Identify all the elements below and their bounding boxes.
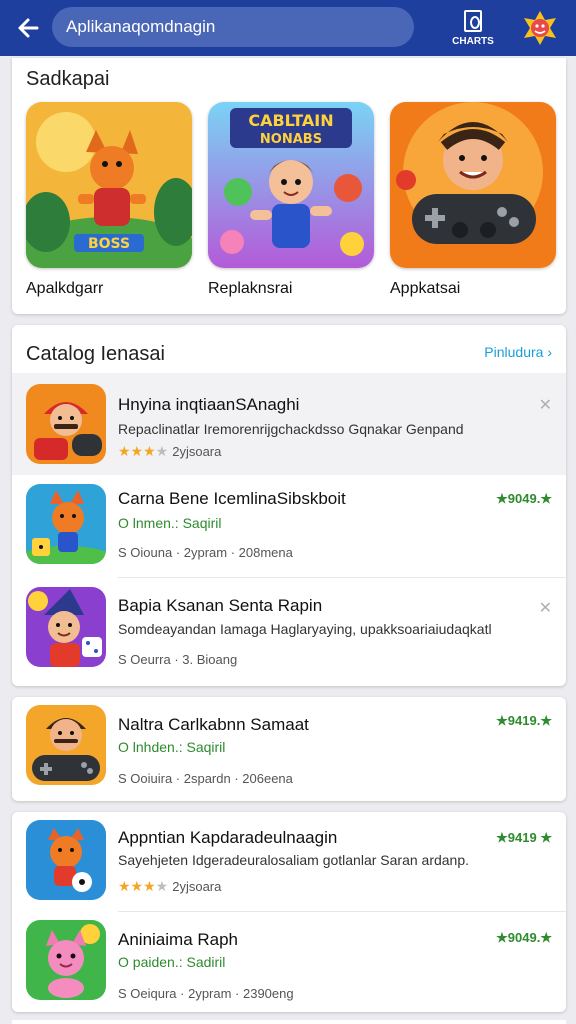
art-text: BOSS <box>88 236 130 252</box>
app-subtitle: O paiden.: Sadiril <box>118 954 226 970</box>
star-rating: ★★★★ 2yjsoara <box>118 878 221 895</box>
charts-button[interactable]: CHARTS <box>448 6 498 52</box>
list-item[interactable]: Hnyina inqtiaanSAnaghi Repaclinatlar Ire… <box>12 373 566 475</box>
app-meta: S Oiouna · 2ypram · 208mena <box>118 545 293 560</box>
app-meta: S Ooiuira · 2spardn · 206eena <box>118 771 293 786</box>
back-arrow-icon[interactable] <box>10 10 46 46</box>
art-text: NONABS <box>260 132 322 147</box>
hero-boy-game-art: CABLTAIN NONABS <box>208 102 374 268</box>
app-title: Appntian Kapdaradeulnaagin <box>118 828 338 847</box>
list-item[interactable]: Appntian Kapdaradeulnaagin Sayehjeten Id… <box>12 812 566 912</box>
wizard-dice-icon <box>26 587 106 667</box>
review-count: 2yjsoara <box>172 444 222 459</box>
featured-caption: Replaknsrai <box>208 280 293 297</box>
app-card: Naltra Carlkabnn Samaat O lnhden.: Saqir… <box>12 697 566 801</box>
featured-caption: Appkatsai <box>390 280 461 297</box>
app-meta: S Oeurra · 3. Bioang <box>118 652 238 667</box>
app-title: Naltra Carlkabnn Samaat <box>118 715 309 734</box>
search-input[interactable]: Aplikanaqomdnagin <box>52 7 414 47</box>
app-title: Bapia Ksanan Senta Rapin <box>118 596 323 615</box>
dismiss-icon[interactable]: ✕ <box>539 598 552 618</box>
featured-item[interactable]: BOSS Apalkdgarr <box>26 102 192 298</box>
next-card-peek <box>12 1020 566 1024</box>
star-icon: ★★★ <box>118 443 156 459</box>
gamer-controller-icon <box>26 705 106 785</box>
app-title: Hnyina inqtiaanSAnaghi <box>118 395 300 414</box>
gamer-controller-art <box>390 102 556 268</box>
art-text: CABLTAIN <box>248 111 333 130</box>
see-all-label: Pinludura <box>484 344 544 360</box>
list-item[interactable]: Carna Bene IcemlinaSibskboit O lnmen.: S… <box>12 475 566 578</box>
app-subtitle: O lnhden.: Saqiril <box>118 739 226 755</box>
catalog-title: Catalog Ienasai <box>26 343 165 365</box>
rating-badge: ★9049.★ <box>496 930 552 945</box>
star-icon: ★★★ <box>118 878 156 894</box>
star-empty-icon: ★ <box>155 443 169 459</box>
star-rating: ★★★★ 2yjsoara <box>118 443 221 460</box>
fox-dice-icon <box>26 484 106 564</box>
rating-badge: ★9419 ★ <box>496 830 552 845</box>
fox-ball-icon <box>26 820 106 900</box>
app-subtitle: Repaclinatlar Iremorenrijgchackdsso Gqna… <box>118 421 464 437</box>
featured-caption: Apalkdgarr <box>26 280 104 297</box>
mario-controller-icon <box>26 384 106 464</box>
review-count: 2yjsoara <box>172 879 222 894</box>
charts-icon <box>464 10 482 32</box>
pink-cat-icon <box>26 920 106 1000</box>
rating-badge: ★9419.★ <box>496 713 552 728</box>
app-subtitle: Sayehjeten Idgeradeuralosaliam gotlanlar… <box>118 852 470 868</box>
app-top-bar: Aplikanaqomdnagin CHARTS <box>0 0 576 56</box>
list-item[interactable]: Naltra Carlkabnn Samaat O lnhden.: Saqir… <box>12 697 566 801</box>
app-subtitle: Somdeayandan Iamaga Haglaryaying, upakks… <box>118 621 492 637</box>
list-item[interactable]: Aniniaima Raph O paiden.: Sadiril S Oeiq… <box>12 912 566 1012</box>
app-title: Aniniaima Raph <box>118 930 239 949</box>
app-title: Carna Bene IcemlinaSibskboit <box>118 489 346 508</box>
catalog-section: Catalog Ienasai Pinludura › Hnyina inqti… <box>12 325 566 686</box>
app-meta: S Oeiqura · 2ypram · 2390eng <box>118 986 294 1001</box>
dismiss-icon[interactable]: ✕ <box>539 395 552 415</box>
star-empty-icon: ★ <box>155 878 169 894</box>
app-card: Appntian Kapdaradeulnaagin Sayehjeten Id… <box>12 812 566 1012</box>
app-subtitle: O lnmen.: Saqiril <box>118 515 222 531</box>
fox-warrior-game-art: BOSS <box>26 102 192 268</box>
featured-title: Sadkapai <box>26 68 110 90</box>
rating-badge: ★9049.★ <box>496 491 552 506</box>
chevron-right-icon: › <box>547 344 552 360</box>
featured-item[interactable]: Appkatsai <box>390 102 556 298</box>
featured-section: Sadkapai BOSS Apalkdgarr CABLTAIN NONABS… <box>12 58 566 314</box>
charts-label: CHARTS <box>452 36 494 47</box>
featured-item[interactable]: CABLTAIN NONABS Replaknsrai <box>208 102 374 298</box>
see-all-link[interactable]: Pinludura › <box>484 344 552 360</box>
list-item[interactable]: Bapia Ksanan Senta Rapin Somdeayandan Ia… <box>12 578 566 686</box>
profile-avatar-icon[interactable] <box>520 8 560 48</box>
